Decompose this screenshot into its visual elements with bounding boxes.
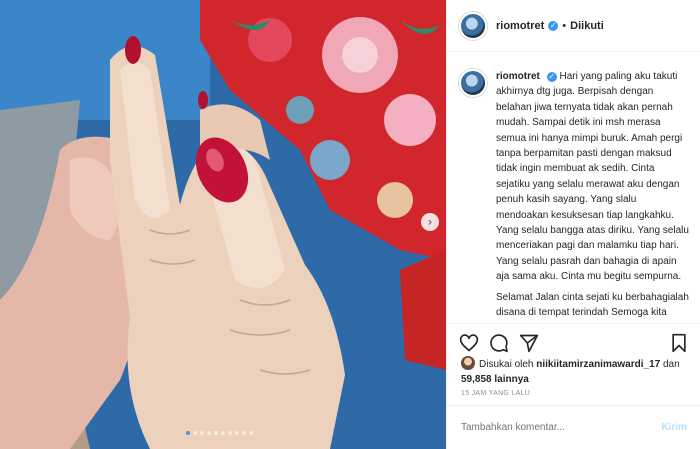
post-timestamp[interactable]: 15 JAM YANG LALU <box>461 390 530 397</box>
likes-prefix: Disukai oleh <box>479 359 534 370</box>
caption-section: riomotret ✓ Hari yang paling aku takuti … <box>447 53 700 323</box>
carousel-dot <box>207 431 211 435</box>
comment-input[interactable] <box>461 422 662 433</box>
comment-icon[interactable] <box>489 333 509 353</box>
post-actions-bar <box>447 323 700 359</box>
post-author-username[interactable]: riomotret <box>496 20 544 32</box>
caption-paragraph-2: Selamat Jalan cinta sejati ku berbahagia… <box>496 291 689 323</box>
carousel-dot <box>228 431 232 435</box>
carousel-dot <box>200 431 204 435</box>
chevron-right-icon: › <box>427 215 433 229</box>
verified-badge-icon: ✓ <box>548 20 559 31</box>
send-comment-button[interactable]: Kirim <box>661 422 687 433</box>
liker-avatar[interactable] <box>461 356 475 370</box>
bookmark-icon[interactable] <box>669 333 689 353</box>
hands-photo-image <box>0 0 446 449</box>
post-photo[interactable]: › <box>0 0 446 449</box>
share-icon[interactable] <box>519 333 539 353</box>
caption-text: riomotret ✓ Hari yang paling aku takuti … <box>496 69 689 323</box>
carousel-dot <box>214 431 218 435</box>
carousel-dot <box>235 431 239 435</box>
post-side-panel: riomotret ✓ • Diikuti riomotret ✓ Hari y… <box>446 0 700 449</box>
first-liker-username[interactable]: niikiitamirzanimawardi_17 <box>536 359 660 370</box>
likes-suffix: lainnya <box>494 374 529 385</box>
carousel-indicator <box>186 431 253 435</box>
comment-form: Kirim <box>447 405 700 449</box>
caption-avatar[interactable] <box>459 69 487 97</box>
follow-status-button[interactable]: Diikuti <box>570 20 604 32</box>
likes-summary: Disukai oleh niikiitamirzanimawardi_17 d… <box>461 356 693 387</box>
carousel-next-button[interactable]: › <box>421 213 439 231</box>
post-header: riomotret ✓ • Diikuti <box>447 0 700 52</box>
avatar[interactable] <box>459 11 487 40</box>
likes-count-link[interactable]: 59,858 lainnya <box>461 374 529 385</box>
header-separator: • <box>562 19 567 32</box>
carousel-dot <box>249 431 253 435</box>
caption-username[interactable]: riomotret <box>496 71 540 82</box>
caption-paragraph-1: Hari yang paling aku takuti akhirnya dtg… <box>496 71 689 283</box>
likes-connector: dan <box>663 359 680 370</box>
likes-count: 59,858 <box>461 374 492 385</box>
carousel-dot <box>242 431 246 435</box>
heart-icon[interactable] <box>459 333 479 353</box>
carousel-dot <box>186 431 190 435</box>
carousel-dot <box>193 431 197 435</box>
caption-verified-icon: ✓ <box>546 72 557 82</box>
carousel-dot <box>221 431 225 435</box>
